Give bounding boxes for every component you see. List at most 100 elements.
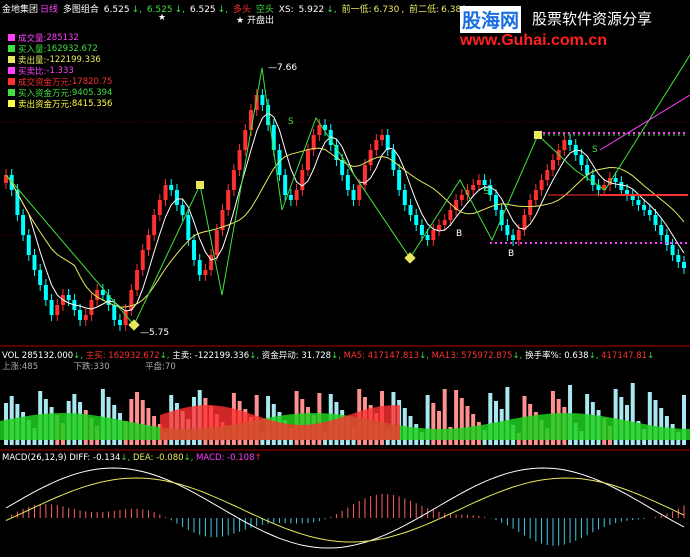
vol-flow-label: 资金异动: [261, 351, 299, 361]
dea-value: -0.080 [156, 453, 184, 463]
diff-value: -0.134 [93, 453, 121, 463]
candle-body [214, 230, 219, 255]
candle-body [152, 215, 157, 235]
candle-body [516, 230, 521, 240]
candle-body [585, 165, 590, 175]
chart-stage: 金地集团 日线 多图组合 6.525 ↓, 6.525 ↓, 6.525 ↓, 多头 空… [0, 0, 690, 557]
candle-body [129, 290, 134, 310]
high-price-label: —7.66 [268, 63, 297, 73]
candle-body [613, 178, 618, 182]
candle-body [528, 200, 533, 215]
candle-body [288, 195, 293, 200]
candle-body [345, 175, 350, 190]
macd-label: MACD: [196, 453, 225, 463]
up-label: 上涨: [2, 362, 22, 372]
sell-signal-label: S [592, 145, 598, 155]
candle-body [374, 140, 379, 150]
macd-name: MACD [2, 453, 28, 463]
candle-body [493, 195, 498, 210]
candle-body [83, 315, 88, 320]
candle-body [117, 320, 122, 325]
candle-body [550, 160, 555, 170]
macd-info-line: MACD(26,12,9) DIFF: -0.134↓, DEA: -0.080… [2, 453, 262, 463]
candle-body [186, 215, 191, 240]
down-label: 下跌: [73, 362, 94, 372]
candle-body [414, 215, 419, 225]
candle-body [579, 155, 584, 165]
low-price-label: —5.75 [140, 328, 169, 338]
candle-body [135, 270, 140, 290]
low-marker-diamond [404, 252, 416, 264]
diff-line [5, 467, 685, 549]
candle-body [38, 270, 43, 285]
candle-body [271, 125, 276, 150]
candle-body [471, 185, 476, 190]
candle-body [442, 220, 447, 225]
ma-line-white [5, 112, 685, 312]
vol-ma13-value: 575972.875 [461, 351, 513, 361]
candle-body [408, 205, 413, 215]
candle-body [642, 205, 647, 210]
sell-signal-label: S [288, 117, 294, 127]
candle-body [619, 182, 624, 190]
candle-body [459, 195, 464, 200]
trend-line [599, 94, 690, 151]
vol-ma5-label: MA5: [343, 351, 366, 361]
candle-body [32, 255, 37, 270]
candle-body [237, 150, 242, 170]
candle-body [174, 190, 179, 205]
candle-body [397, 170, 402, 190]
candle-body [419, 225, 424, 235]
down-value: 330 [93, 362, 110, 372]
candle-body [26, 235, 31, 255]
candle-body [368, 150, 373, 165]
candle-body [89, 300, 94, 315]
candle-body [431, 230, 436, 240]
buy-signal-label: B [456, 229, 462, 239]
candle-body [197, 260, 202, 275]
candle-body [590, 175, 595, 185]
candle-body [78, 310, 83, 320]
candle-body [402, 190, 407, 205]
candle-body [192, 240, 197, 260]
ma-line-yellow [5, 147, 685, 308]
candle-body [568, 140, 573, 145]
dea-label: DEA: [132, 453, 154, 463]
candle-body [380, 135, 385, 140]
candle-body [545, 170, 550, 180]
vol-turn-extra: 417147.81 [601, 351, 648, 361]
candle-body [163, 185, 168, 200]
candle-body [180, 205, 185, 215]
candle-body [482, 180, 487, 185]
flat-value: 70 [164, 362, 176, 372]
candle-body [95, 290, 100, 300]
candle-body [448, 210, 453, 220]
candle-body [311, 135, 316, 150]
high-marker-square [196, 181, 204, 189]
candle-body [157, 200, 162, 215]
candlestick-chart[interactable]: —7.66 —5.75 S S S B B [0, 0, 690, 557]
macd-params: (26,12,9) [27, 453, 67, 463]
candle-body [425, 235, 430, 240]
high-marker-square [534, 131, 542, 139]
candle-body [505, 225, 510, 235]
candle-body [43, 285, 48, 300]
candle-body [437, 225, 442, 230]
vol-ma5-value: 417147.813 [367, 351, 420, 361]
candle-body [682, 262, 686, 268]
diff-label: DIFF: [69, 453, 91, 463]
candle-body [243, 130, 248, 150]
sell-signal-label: S [484, 187, 490, 197]
candle-body [55, 305, 60, 315]
candle-body [539, 180, 544, 190]
candle-body [300, 170, 305, 190]
candle-body [140, 250, 145, 270]
flat-label: 平盘: [145, 362, 165, 372]
vol-ma13-label: MA13: [431, 351, 459, 361]
candle-body [260, 95, 265, 105]
candle-body [305, 150, 310, 170]
candle-body [169, 185, 174, 190]
macd-value: -0.108 [227, 453, 255, 463]
candle-body [659, 225, 664, 235]
candle-body [146, 235, 151, 250]
